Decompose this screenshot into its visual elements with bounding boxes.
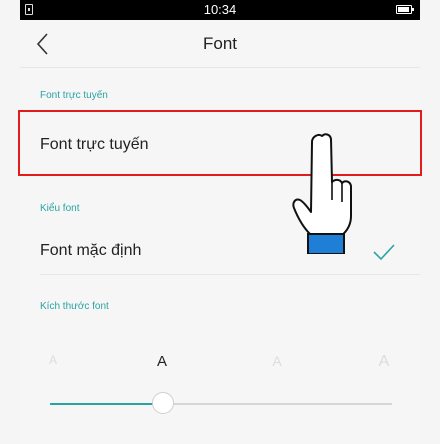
divider xyxy=(20,67,420,68)
slider-fill xyxy=(50,403,163,405)
font-size-option-large[interactable]: A xyxy=(270,353,284,369)
highlight-box xyxy=(18,110,422,176)
section-label-online-font: Font trực tuyến xyxy=(40,90,108,101)
status-time: 10:34 xyxy=(203,2,237,17)
status-bar: 10:34 xyxy=(20,0,420,20)
font-size-option-smallest[interactable]: A xyxy=(46,353,60,367)
section-label-font-size: Kích thước font xyxy=(40,301,109,312)
section-label-font-style: Kiểu font xyxy=(40,203,80,214)
pointing-hand-icon xyxy=(292,133,352,254)
slider-thumb[interactable] xyxy=(151,392,174,414)
font-size-slider[interactable] xyxy=(50,392,392,414)
divider xyxy=(40,274,420,275)
checkmark-icon xyxy=(373,244,395,261)
header: Font xyxy=(20,20,420,68)
page-title: Font xyxy=(202,34,238,53)
font-size-option-selected[interactable]: A xyxy=(155,353,169,370)
battery-icon xyxy=(396,5,414,14)
font-settings-screen: Font Font trực tuyến Font trực tuyến Kiể… xyxy=(18,20,422,444)
default-font-item[interactable]: Font mặc định xyxy=(40,242,141,260)
font-size-option-largest[interactable]: A xyxy=(377,353,391,371)
